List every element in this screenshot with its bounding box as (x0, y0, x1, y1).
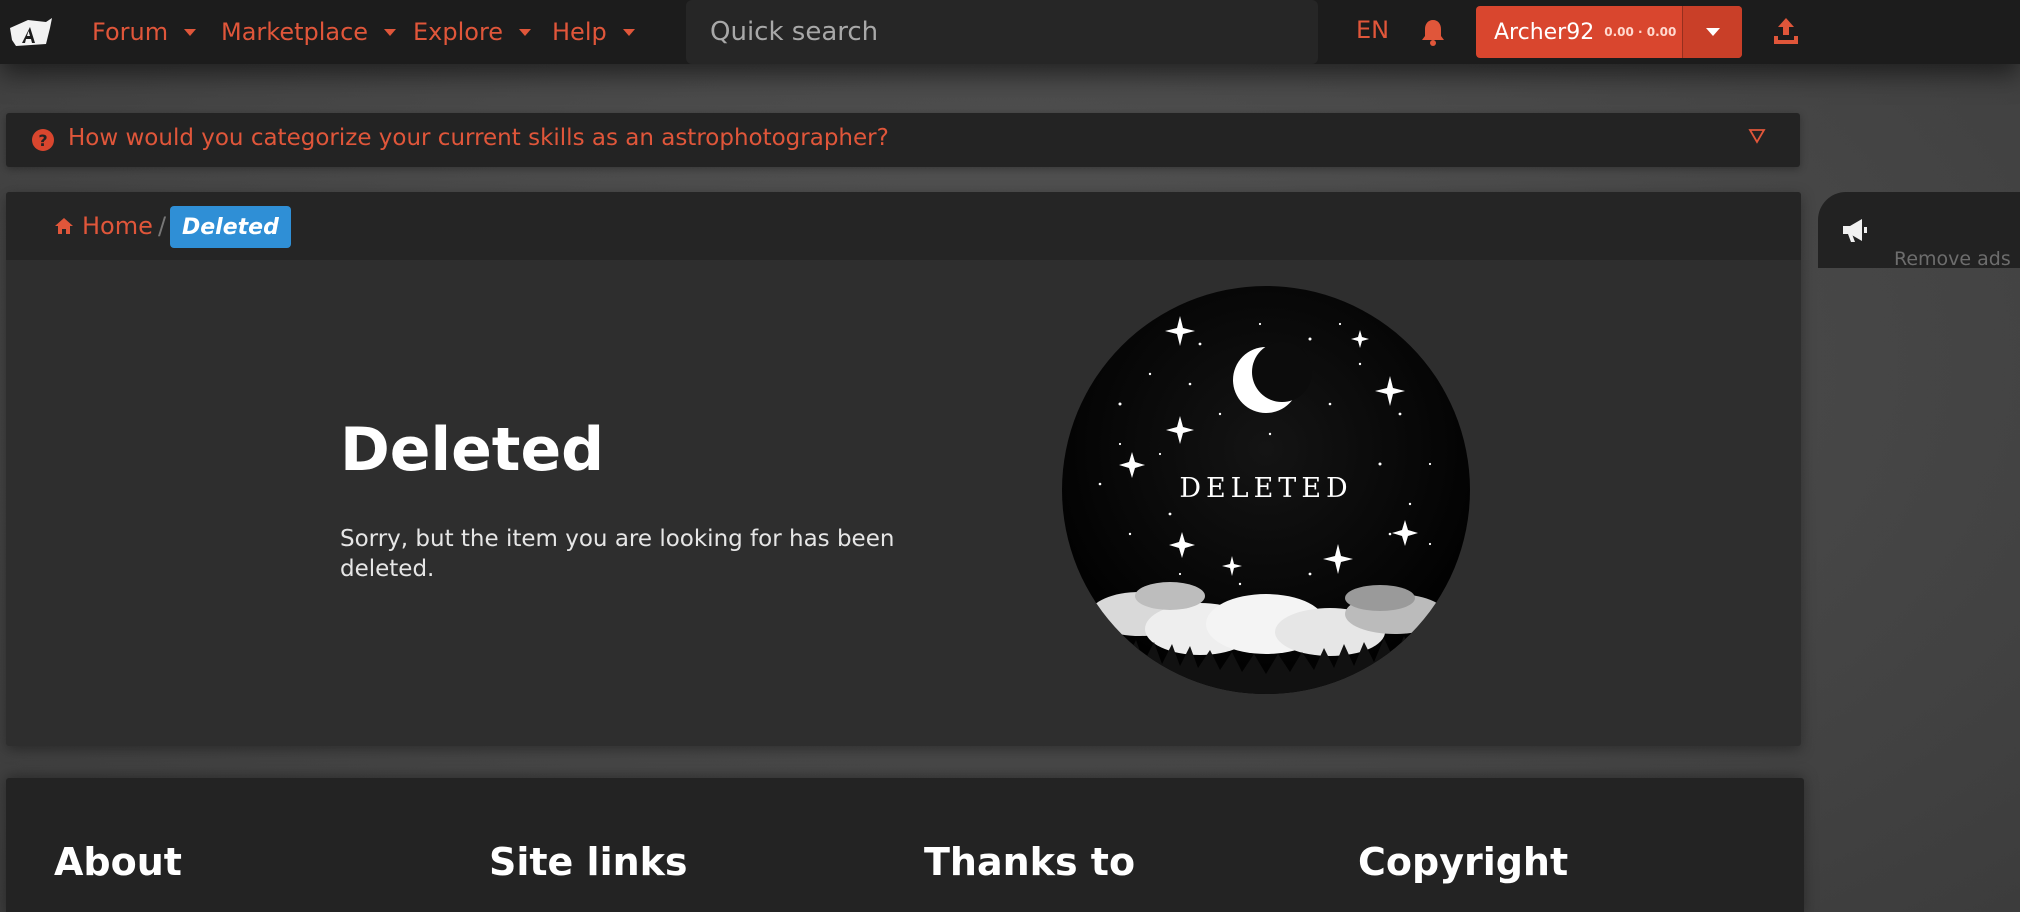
breadcrumb-separator: / (158, 212, 167, 240)
top-navbar: Forum Marketplace Explore Help EN Archer… (0, 0, 2020, 64)
breadcrumb-home[interactable]: Home (54, 212, 153, 240)
footer-heading-about: About (54, 840, 182, 884)
nav-forum-label: Forum (92, 18, 169, 46)
upload-icon[interactable] (1772, 16, 1800, 46)
footer-heading-copyright: Copyright (1358, 840, 1569, 884)
user-menu-button[interactable]: Archer92 0.00 · 0.00 (1476, 6, 1742, 58)
quick-search-input[interactable] (686, 0, 1318, 64)
triangle-down-icon[interactable] (1748, 127, 1766, 145)
astrobin-logo-icon[interactable] (6, 14, 54, 50)
nav-help-label: Help (552, 18, 607, 46)
page-title: Deleted (340, 415, 605, 485)
deleted-night-sky-image: DELETED (1062, 286, 1470, 694)
footer-heading-thanks-to: Thanks to (924, 840, 1136, 884)
nav-marketplace[interactable]: Marketplace (221, 16, 397, 48)
nav-explore-label: Explore (413, 18, 504, 46)
breadcrumb: Home / Deleted (6, 192, 1801, 260)
user-dropdown-toggle[interactable] (1682, 6, 1742, 58)
username: Archer92 (1494, 19, 1595, 45)
poll-question: How would you categorize your current sk… (68, 125, 889, 151)
footer-heading-site-links: Site links (489, 840, 688, 884)
deleted-message: Sorry, but the item you are looking for … (340, 526, 895, 582)
deleted-caption: DELETED (1179, 473, 1352, 504)
chevron-down-icon (519, 28, 532, 36)
nav-help[interactable]: Help (552, 16, 635, 48)
user-info[interactable]: Archer92 0.00 · 0.00 (1476, 6, 1682, 58)
megaphone-icon (1843, 219, 1867, 242)
nav-marketplace-label: Marketplace (221, 18, 369, 46)
chevron-down-icon (622, 28, 635, 36)
footer: About Site links Thanks to Copyright (6, 778, 1804, 912)
chevron-down-icon (184, 28, 197, 36)
home-icon (55, 218, 73, 234)
poll-bar[interactable]: ? How would you categorize your current … (6, 113, 1800, 167)
breadcrumb-home-label: Home (82, 212, 153, 240)
language-selector[interactable]: EN (1356, 16, 1389, 44)
bell-icon[interactable] (1420, 18, 1446, 46)
question-circle-icon: ? (32, 129, 54, 151)
chevron-down-icon (384, 28, 397, 36)
nav-explore[interactable]: Explore (413, 16, 532, 48)
nav-forum[interactable]: Forum (92, 16, 197, 48)
breadcrumb-current: Deleted (170, 206, 291, 248)
remove-ads-label: Remove ads (1894, 248, 2011, 270)
remove-ads-tab[interactable]: Remove ads (1818, 192, 2020, 270)
chevron-down-icon (1705, 28, 1720, 36)
user-stats: 0.00 · 0.00 (1604, 25, 1677, 39)
main-panel: Home / Deleted Deleted Sorry, but the it… (6, 192, 1801, 746)
